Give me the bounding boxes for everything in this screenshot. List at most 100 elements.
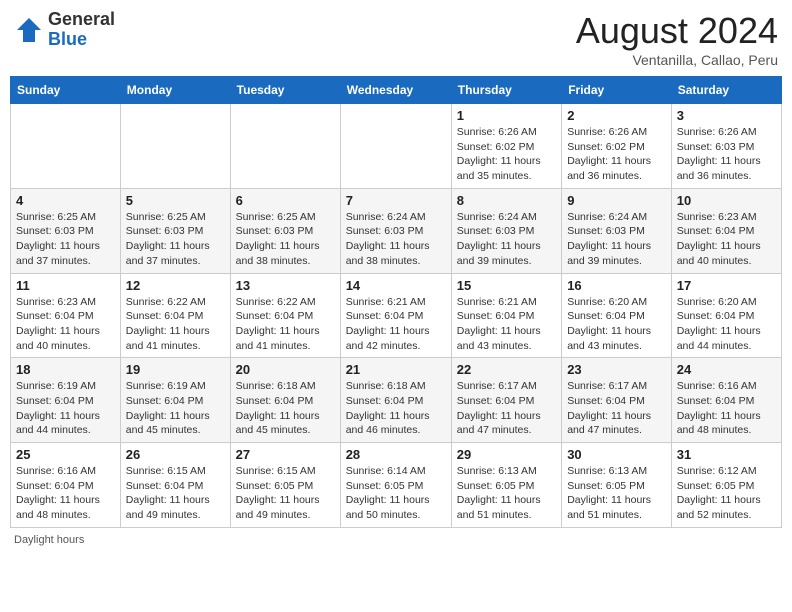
calendar-cell: 26 Sunrise: 6:15 AMSunset: 6:04 PMDayligh… xyxy=(120,443,230,528)
day-number: 28 xyxy=(346,447,446,462)
day-number: 20 xyxy=(236,362,335,377)
day-number: 14 xyxy=(346,278,446,293)
day-number: 11 xyxy=(16,278,115,293)
logo-icon xyxy=(14,15,44,45)
calendar-cell: 23 Sunrise: 6:17 AMSunset: 6:04 PMDayligh… xyxy=(562,358,672,443)
day-number: 23 xyxy=(567,362,666,377)
day-number: 16 xyxy=(567,278,666,293)
logo: General Blue xyxy=(14,10,115,50)
calendar-cell: 16Sunrise: 6:20 AMSunset: 6:04 PMDayligh… xyxy=(562,273,672,358)
daylight-label: Daylight hours xyxy=(14,534,84,546)
weekday-header-friday: Friday xyxy=(562,77,672,104)
day-number: 22 xyxy=(457,362,556,377)
week-row-4: 18 Sunrise: 6:19 AMSunset: 6:04 PMDayligh… xyxy=(11,358,782,443)
day-number: 8 xyxy=(457,193,556,208)
day-info: Sunrise: 6:24 AMSunset: 6:03 PMDaylight:… xyxy=(346,210,446,269)
day-info: Sunrise: 6:15 AMSunset: 6:04 PMDaylight:… xyxy=(126,464,225,523)
calendar-table: SundayMondayTuesdayWednesdayThursdayFrid… xyxy=(10,76,782,528)
day-info: Sunrise: 6:17 AMSunset: 6:04 PMDaylight:… xyxy=(567,379,666,438)
weekday-header-row: SundayMondayTuesdayWednesdayThursdayFrid… xyxy=(11,77,782,104)
day-info: Sunrise: 6:24 AMSunset: 6:03 PMDaylight:… xyxy=(567,210,666,269)
day-info: Sunrise: 6:24 AMSunset: 6:03 PMDaylight:… xyxy=(457,210,556,269)
calendar-cell: 29 Sunrise: 6:13 AMSunset: 6:05 PMDayligh… xyxy=(451,443,561,528)
calendar-cell: 7 Sunrise: 6:24 AMSunset: 6:03 PMDaylight… xyxy=(340,188,451,273)
weekday-header-monday: Monday xyxy=(120,77,230,104)
day-info: Sunrise: 6:25 AMSunset: 6:03 PMDaylight:… xyxy=(126,210,225,269)
day-number: 4 xyxy=(16,193,115,208)
calendar-cell: 24 Sunrise: 6:16 AMSunset: 6:04 PMDayligh… xyxy=(671,358,781,443)
day-number: 18 xyxy=(16,362,115,377)
weekday-header-wednesday: Wednesday xyxy=(340,77,451,104)
calendar-cell: 31 Sunrise: 6:12 AMSunset: 6:05 PMDayligh… xyxy=(671,443,781,528)
day-info: Sunrise: 6:23 AMSunset: 6:04 PMDaylight:… xyxy=(16,295,115,354)
week-row-2: 4 Sunrise: 6:25 AMSunset: 6:03 PMDaylight… xyxy=(11,188,782,273)
day-info: Sunrise: 6:25 AMSunset: 6:03 PMDaylight:… xyxy=(16,210,115,269)
day-info: Sunrise: 6:21 AMSunset: 6:04 PMDaylight:… xyxy=(346,295,446,354)
day-number: 31 xyxy=(677,447,776,462)
day-info: Sunrise: 6:16 AMSunset: 6:04 PMDaylight:… xyxy=(16,464,115,523)
day-info: Sunrise: 6:23 AMSunset: 6:04 PMDaylight:… xyxy=(677,210,776,269)
day-info: Sunrise: 6:22 AMSunset: 6:04 PMDaylight:… xyxy=(236,295,335,354)
calendar-cell xyxy=(120,104,230,189)
calendar-cell: 27Sunrise: 6:15 AMSunset: 6:05 PMDayligh… xyxy=(230,443,340,528)
calendar-cell: 3Sunrise: 6:26 AMSunset: 6:03 PMDaylight… xyxy=(671,104,781,189)
day-number: 30 xyxy=(567,447,666,462)
week-row-5: 25Sunrise: 6:16 AMSunset: 6:04 PMDayligh… xyxy=(11,443,782,528)
calendar-cell: 9 Sunrise: 6:24 AMSunset: 6:03 PMDaylight… xyxy=(562,188,672,273)
footer: Daylight hours xyxy=(10,534,782,546)
calendar-cell: 12 Sunrise: 6:22 AMSunset: 6:04 PMDayligh… xyxy=(120,273,230,358)
day-info: Sunrise: 6:17 AMSunset: 6:04 PMDaylight:… xyxy=(457,379,556,438)
calendar-cell: 17Sunrise: 6:20 AMSunset: 6:04 PMDayligh… xyxy=(671,273,781,358)
day-info: Sunrise: 6:22 AMSunset: 6:04 PMDaylight:… xyxy=(126,295,225,354)
calendar-cell: 2Sunrise: 6:26 AMSunset: 6:02 PMDaylight… xyxy=(562,104,672,189)
day-number: 15 xyxy=(457,278,556,293)
day-number: 6 xyxy=(236,193,335,208)
calendar-cell: 1Sunrise: 6:26 AMSunset: 6:02 PMDaylight… xyxy=(451,104,561,189)
calendar-cell: 14 Sunrise: 6:21 AMSunset: 6:04 PMDayligh… xyxy=(340,273,451,358)
calendar-cell: 21 Sunrise: 6:18 AMSunset: 6:04 PMDayligh… xyxy=(340,358,451,443)
calendar-cell: 5Sunrise: 6:25 AMSunset: 6:03 PMDaylight… xyxy=(120,188,230,273)
calendar-cell xyxy=(340,104,451,189)
calendar-cell: 6Sunrise: 6:25 AMSunset: 6:03 PMDaylight… xyxy=(230,188,340,273)
day-info: Sunrise: 6:14 AMSunset: 6:05 PMDaylight:… xyxy=(346,464,446,523)
day-number: 24 xyxy=(677,362,776,377)
logo-blue-text: Blue xyxy=(48,29,87,49)
calendar-cell: 30 Sunrise: 6:13 AMSunset: 6:05 PMDayligh… xyxy=(562,443,672,528)
calendar-cell: 10 Sunrise: 6:23 AMSunset: 6:04 PMDayligh… xyxy=(671,188,781,273)
day-number: 7 xyxy=(346,193,446,208)
day-number: 13 xyxy=(236,278,335,293)
page-header: General Blue August 2024 Ventanilla, Cal… xyxy=(10,10,782,68)
day-info: Sunrise: 6:13 AMSunset: 6:05 PMDaylight:… xyxy=(567,464,666,523)
day-number: 17 xyxy=(677,278,776,293)
day-number: 12 xyxy=(126,278,225,293)
day-number: 3 xyxy=(677,108,776,123)
weekday-header-saturday: Saturday xyxy=(671,77,781,104)
day-number: 26 xyxy=(126,447,225,462)
week-row-1: 1Sunrise: 6:26 AMSunset: 6:02 PMDaylight… xyxy=(11,104,782,189)
day-info: Sunrise: 6:26 AMSunset: 6:02 PMDaylight:… xyxy=(567,125,666,184)
day-info: Sunrise: 6:21 AMSunset: 6:04 PMDaylight:… xyxy=(457,295,556,354)
calendar-cell: 25Sunrise: 6:16 AMSunset: 6:04 PMDayligh… xyxy=(11,443,121,528)
day-info: Sunrise: 6:12 AMSunset: 6:05 PMDaylight:… xyxy=(677,464,776,523)
weekday-header-tuesday: Tuesday xyxy=(230,77,340,104)
day-number: 29 xyxy=(457,447,556,462)
calendar-cell: 8 Sunrise: 6:24 AMSunset: 6:03 PMDaylight… xyxy=(451,188,561,273)
day-info: Sunrise: 6:13 AMSunset: 6:05 PMDaylight:… xyxy=(457,464,556,523)
calendar-cell: 13 Sunrise: 6:22 AMSunset: 6:04 PMDayligh… xyxy=(230,273,340,358)
calendar-cell: 20Sunrise: 6:18 AMSunset: 6:04 PMDayligh… xyxy=(230,358,340,443)
month-year-title: August 2024 xyxy=(576,10,778,52)
day-info: Sunrise: 6:16 AMSunset: 6:04 PMDaylight:… xyxy=(677,379,776,438)
day-info: Sunrise: 6:19 AMSunset: 6:04 PMDaylight:… xyxy=(16,379,115,438)
calendar-cell: 19Sunrise: 6:19 AMSunset: 6:04 PMDayligh… xyxy=(120,358,230,443)
weekday-header-sunday: Sunday xyxy=(11,77,121,104)
day-number: 10 xyxy=(677,193,776,208)
day-number: 27 xyxy=(236,447,335,462)
calendar-cell xyxy=(230,104,340,189)
day-info: Sunrise: 6:19 AMSunset: 6:04 PMDaylight:… xyxy=(126,379,225,438)
calendar-cell: 4 Sunrise: 6:25 AMSunset: 6:03 PMDaylight… xyxy=(11,188,121,273)
day-number: 9 xyxy=(567,193,666,208)
day-info: Sunrise: 6:18 AMSunset: 6:04 PMDaylight:… xyxy=(346,379,446,438)
week-row-3: 11 Sunrise: 6:23 AMSunset: 6:04 PMDayligh… xyxy=(11,273,782,358)
day-number: 21 xyxy=(346,362,446,377)
calendar-cell: 18 Sunrise: 6:19 AMSunset: 6:04 PMDayligh… xyxy=(11,358,121,443)
